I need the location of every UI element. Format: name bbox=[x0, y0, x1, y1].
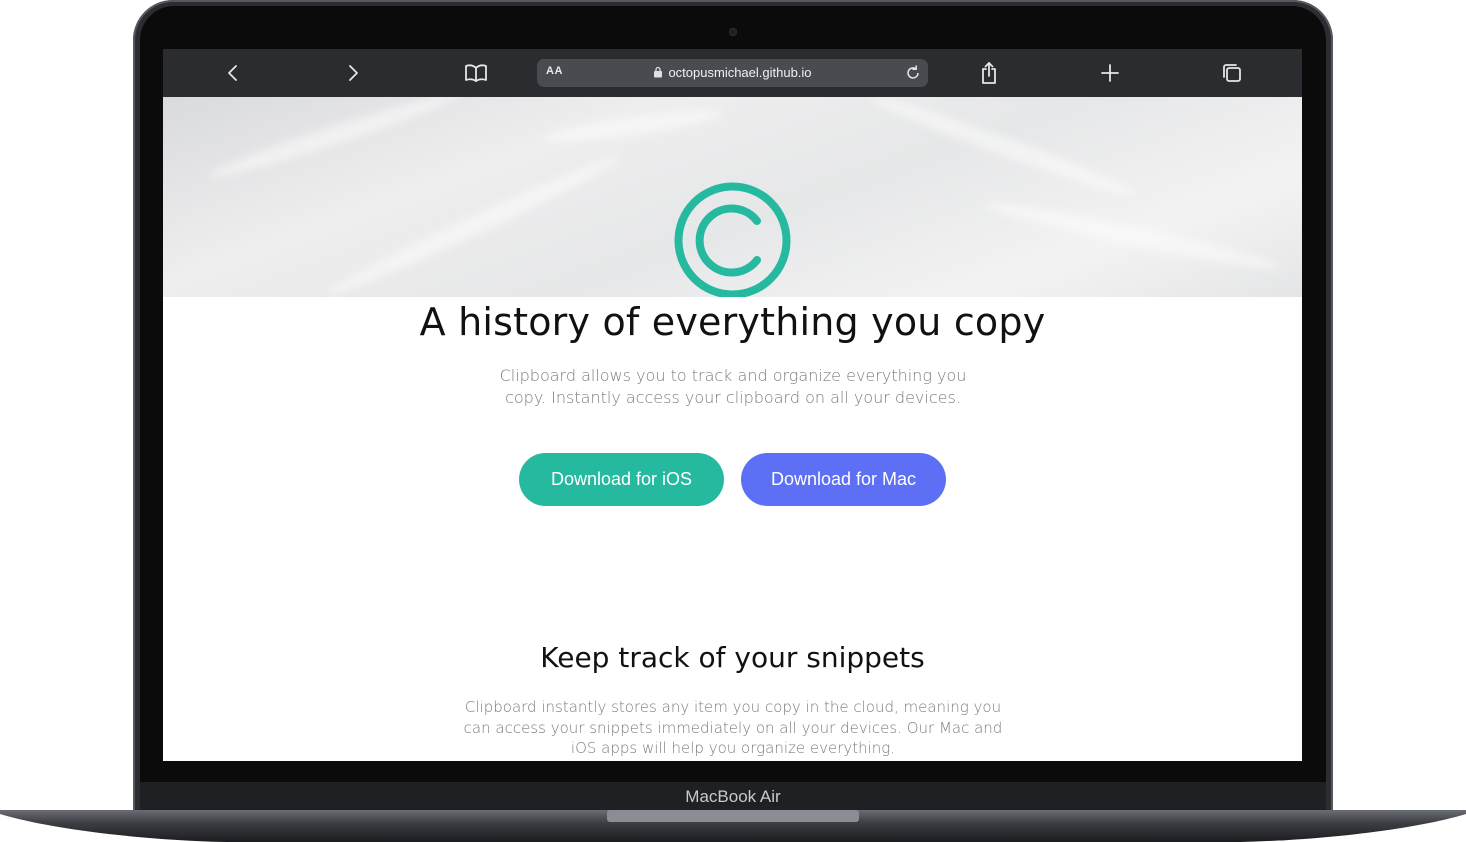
hero-background bbox=[163, 97, 1302, 297]
tabs-icon bbox=[1223, 64, 1241, 82]
page-subheadline: Clipboard allows you to track and organi… bbox=[499, 366, 967, 407]
lock-icon bbox=[654, 66, 663, 78]
browser-screen: AA octopusmichael.github.io A history of… bbox=[163, 49, 1302, 761]
section-title: Keep track of your snippets bbox=[540, 641, 925, 674]
share-button[interactable] bbox=[969, 49, 1009, 97]
section-text: Clipboard instantly stores any item you … bbox=[463, 698, 1003, 757]
page-headline: A history of everything you copy bbox=[419, 300, 1046, 344]
back-icon bbox=[228, 65, 237, 81]
url-text: octopusmichael.github.io bbox=[668, 65, 812, 80]
new-tab-icon bbox=[1101, 64, 1119, 82]
forward-button[interactable] bbox=[333, 49, 373, 97]
download-ios-button[interactable]: Download for iOS bbox=[519, 453, 724, 506]
back-button[interactable] bbox=[213, 49, 253, 97]
laptop-base bbox=[0, 810, 1466, 842]
bookmarks-button[interactable] bbox=[456, 49, 496, 97]
copyright-icon bbox=[674, 182, 791, 297]
share-icon bbox=[982, 62, 996, 84]
new-tab-button[interactable] bbox=[1090, 49, 1130, 97]
browser-toolbar: AA octopusmichael.github.io bbox=[163, 49, 1302, 97]
reload-icon[interactable] bbox=[904, 64, 922, 82]
forward-icon bbox=[349, 65, 358, 81]
tabs-button[interactable] bbox=[1212, 49, 1252, 97]
laptop-chin: MacBook Air bbox=[140, 782, 1326, 810]
address-bar[interactable]: AA octopusmichael.github.io bbox=[537, 59, 928, 87]
download-mac-button[interactable]: Download for Mac bbox=[741, 453, 946, 506]
bookmarks-icon bbox=[465, 64, 487, 82]
device-label: MacBook Air bbox=[685, 787, 781, 806]
camera-icon bbox=[729, 28, 737, 36]
